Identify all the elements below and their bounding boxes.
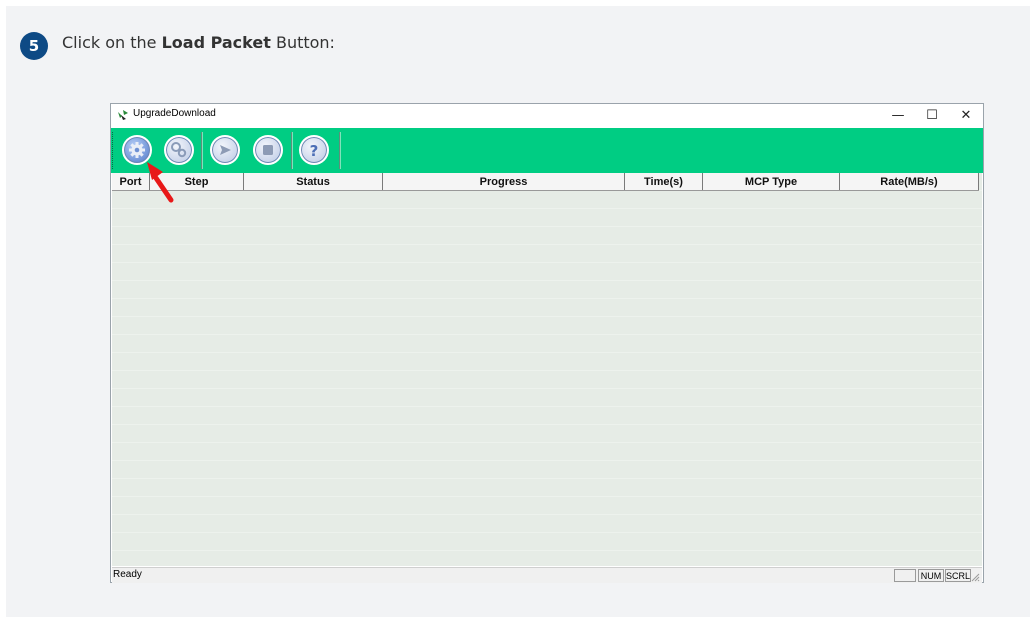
gears-icon bbox=[171, 142, 187, 158]
toolbar-grip[interactable] bbox=[112, 132, 116, 169]
status-indicator-num: NUM bbox=[918, 569, 944, 582]
window-title: UpgradeDownload bbox=[133, 108, 216, 119]
toolbar-separator bbox=[339, 132, 341, 169]
status-indicator-scrl: SCRL bbox=[945, 569, 971, 582]
column-header-time[interactable]: Time(s) bbox=[625, 173, 703, 190]
toolbar-separator bbox=[201, 132, 203, 169]
column-header-step[interactable]: Step bbox=[150, 173, 244, 190]
toolbar: ? bbox=[111, 128, 983, 173]
title-bar[interactable]: UpgradeDownload — ☐ ✕ bbox=[111, 104, 983, 126]
close-button[interactable]: ✕ bbox=[949, 104, 983, 126]
status-indicator-blank bbox=[894, 569, 916, 582]
stop-button[interactable] bbox=[253, 135, 283, 165]
question-icon: ? bbox=[310, 142, 319, 160]
app-icon bbox=[118, 110, 128, 120]
toolbar-separator bbox=[291, 132, 293, 169]
start-button[interactable] bbox=[210, 135, 240, 165]
app-window: UpgradeDownload — ☐ ✕ ? Port Step Status… bbox=[110, 103, 984, 583]
column-header-status[interactable]: Status bbox=[244, 173, 383, 190]
minimize-button[interactable]: — bbox=[881, 104, 915, 126]
svg-text:?: ? bbox=[310, 142, 319, 160]
play-icon bbox=[220, 145, 231, 155]
column-header-progress[interactable]: Progress bbox=[383, 173, 625, 190]
status-bar: Ready NUM SCRL bbox=[112, 567, 982, 583]
settings-button[interactable] bbox=[164, 135, 194, 165]
stop-icon bbox=[263, 145, 273, 155]
column-header-rate[interactable]: Rate(MB/s) bbox=[840, 173, 979, 190]
instruction-text: Click on the Load Packet Button: bbox=[62, 33, 335, 52]
status-text: Ready bbox=[113, 569, 142, 580]
maximize-button[interactable]: ☐ bbox=[915, 104, 949, 126]
resize-grip-icon[interactable] bbox=[970, 572, 980, 582]
gear-icon bbox=[129, 142, 145, 158]
instruction-bold: Load Packet bbox=[161, 33, 271, 52]
instruction-suffix: Button: bbox=[270, 33, 335, 52]
column-header-port[interactable]: Port bbox=[112, 173, 150, 190]
help-button[interactable]: ? bbox=[299, 135, 329, 165]
instruction-prefix: Click on the bbox=[62, 33, 162, 52]
step-number-badge: 5 bbox=[20, 32, 48, 60]
load-packet-button[interactable] bbox=[122, 135, 152, 165]
list-header: Port Step Status Progress Time(s) MCP Ty… bbox=[112, 173, 979, 191]
download-list[interactable]: Port Step Status Progress Time(s) MCP Ty… bbox=[112, 173, 982, 566]
column-header-mcp-type[interactable]: MCP Type bbox=[703, 173, 840, 190]
